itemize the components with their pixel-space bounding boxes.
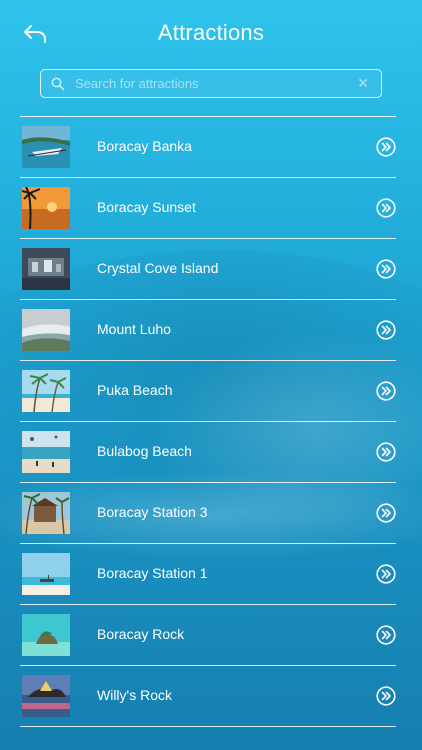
- double-chevron-right-icon[interactable]: [376, 137, 396, 157]
- attraction-name: Boracay Banka: [97, 138, 192, 154]
- search-input[interactable]: [75, 70, 345, 96]
- attraction-thumbnail: [22, 492, 70, 534]
- attraction-name: Boracay Rock: [97, 626, 185, 642]
- search-bar[interactable]: ✕: [40, 69, 382, 98]
- list-item[interactable]: Boracay Station 3: [20, 483, 396, 543]
- attraction-thumbnail: [22, 309, 70, 351]
- list-item[interactable]: Boracay Station 1: [20, 544, 396, 604]
- attraction-thumbnail: [22, 431, 70, 473]
- list-item[interactable]: Crystal Cove Island: [20, 239, 396, 299]
- clear-icon[interactable]: ✕: [357, 75, 369, 91]
- attraction-thumbnail: [22, 553, 70, 595]
- attraction-thumbnail: [22, 614, 70, 656]
- attraction-thumbnail: [22, 248, 70, 290]
- list-item[interactable]: Mount Luho: [20, 300, 396, 360]
- attraction-name: Willy's Rock: [97, 687, 173, 703]
- attraction-name: Puka Beach: [97, 382, 173, 398]
- page-title: Attractions: [157, 20, 265, 45]
- double-chevron-right-icon[interactable]: [376, 381, 396, 401]
- attraction-name: Boracay Station 3: [97, 504, 208, 520]
- double-chevron-right-icon[interactable]: [376, 259, 396, 279]
- attraction-name: Mount Luho: [97, 321, 171, 337]
- double-chevron-right-icon[interactable]: [376, 198, 396, 218]
- double-chevron-right-icon[interactable]: [376, 625, 396, 645]
- list-item[interactable]: Boracay Sunset: [20, 178, 396, 238]
- attraction-name: Boracay Sunset: [97, 199, 196, 215]
- double-chevron-right-icon[interactable]: [376, 503, 396, 523]
- attraction-name: Crystal Cove Island: [97, 260, 219, 276]
- divider: [20, 726, 396, 727]
- attraction-thumbnail: [22, 370, 70, 412]
- double-chevron-right-icon[interactable]: [376, 320, 396, 340]
- attraction-name: Boracay Station 1: [97, 565, 208, 581]
- attraction-thumbnail: [22, 126, 70, 168]
- attraction-thumbnail: [22, 187, 70, 229]
- attraction-thumbnail: [22, 675, 70, 717]
- list-item[interactable]: Willy's Rock: [20, 666, 396, 726]
- header: Attractions: [0, 0, 422, 62]
- double-chevron-right-icon[interactable]: [376, 442, 396, 462]
- list-item[interactable]: Boracay Banka: [20, 117, 396, 177]
- attractions-list: Boracay Banka Boracay Sunset Crystal Cove …: [20, 116, 396, 727]
- search-icon: [51, 77, 65, 91]
- list-item[interactable]: Puka Beach: [20, 361, 396, 421]
- list-item[interactable]: Bulabog Beach: [20, 422, 396, 482]
- list-item[interactable]: Boracay Rock: [20, 605, 396, 665]
- attraction-name: Bulabog Beach: [97, 443, 192, 459]
- double-chevron-right-icon[interactable]: [376, 686, 396, 706]
- double-chevron-right-icon[interactable]: [376, 564, 396, 584]
